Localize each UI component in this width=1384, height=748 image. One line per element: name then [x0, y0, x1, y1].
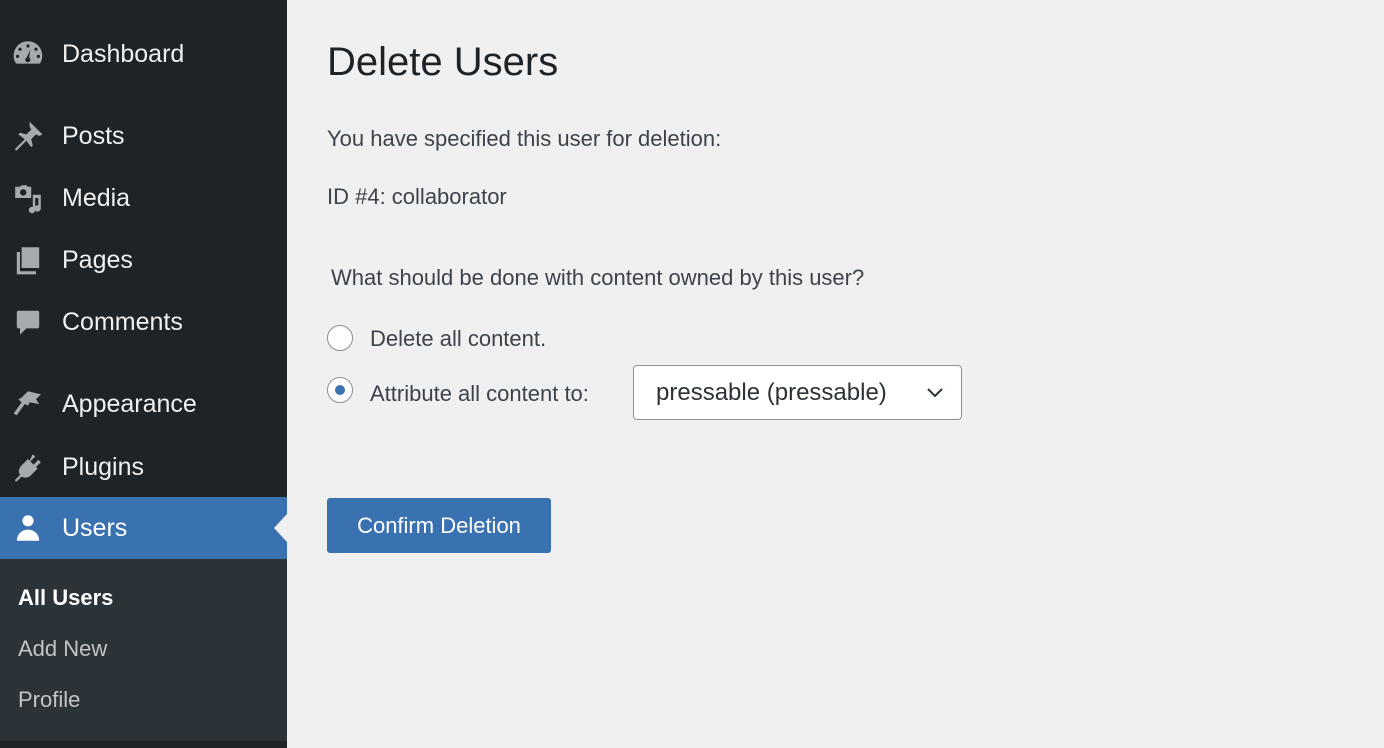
user-to-delete: ID #4: collaborator — [327, 184, 507, 209]
sidebar-item-posts[interactable]: Posts — [0, 105, 287, 167]
page-title: Delete Users — [327, 40, 559, 84]
intro-text: You have specified this user for deletio… — [327, 126, 722, 151]
sidebar-item-users[interactable]: Users — [0, 497, 287, 559]
pin-icon — [11, 119, 45, 153]
sidebar-item-pages[interactable]: Pages — [0, 229, 287, 291]
submenu-item-profile[interactable]: Profile — [18, 687, 80, 713]
dashboard-icon — [11, 37, 45, 71]
active-menu-arrow — [274, 514, 287, 542]
sidebar-item-appearance[interactable]: Appearance — [0, 373, 287, 435]
content-question: What should be done with content owned b… — [331, 265, 865, 290]
submenu-item-all-users[interactable]: All Users — [18, 585, 113, 611]
sidebar-item-dashboard[interactable]: Dashboard — [0, 23, 287, 85]
plug-icon — [11, 450, 45, 484]
confirm-deletion-button[interactable]: Confirm Deletion — [327, 498, 551, 553]
attribute-user-select[interactable]: pressable (pressable) — [633, 365, 962, 420]
sidebar-item-comments[interactable]: Comments — [0, 291, 287, 353]
sidebar-item-plugins[interactable]: Plugins — [0, 436, 287, 498]
sidebar-item-label: Posts — [62, 121, 125, 150]
submenu-item-add-new[interactable]: Add New — [18, 636, 107, 662]
comment-icon — [11, 305, 45, 339]
attribute-content-radio[interactable] — [327, 377, 353, 403]
paintbrush-icon — [11, 387, 45, 421]
sidebar-item-label: Comments — [62, 307, 183, 336]
delete-content-label[interactable]: Delete all content. — [370, 326, 546, 352]
pages-icon — [11, 243, 45, 277]
attribute-content-label[interactable]: Attribute all content to: — [370, 381, 589, 407]
delete-content-radio[interactable] — [327, 325, 353, 351]
media-icon — [11, 181, 45, 215]
select-value: pressable (pressable) — [656, 378, 887, 406]
user-icon — [11, 511, 45, 545]
admin-sidebar: Dashboard Posts Media Pages Comments App… — [0, 0, 287, 748]
sidebar-item-media[interactable]: Media — [0, 167, 287, 229]
sidebar-item-label: Appearance — [62, 389, 197, 418]
sidebar-item-label: Dashboard — [62, 39, 185, 68]
sidebar-item-label: Media — [62, 183, 131, 212]
users-submenu: All Users Add New Profile — [0, 559, 287, 741]
sidebar-item-label: Plugins — [62, 452, 144, 481]
sidebar-item-label: Users — [62, 513, 128, 542]
chevron-down-icon — [927, 388, 943, 398]
sidebar-item-label: Pages — [62, 245, 133, 274]
